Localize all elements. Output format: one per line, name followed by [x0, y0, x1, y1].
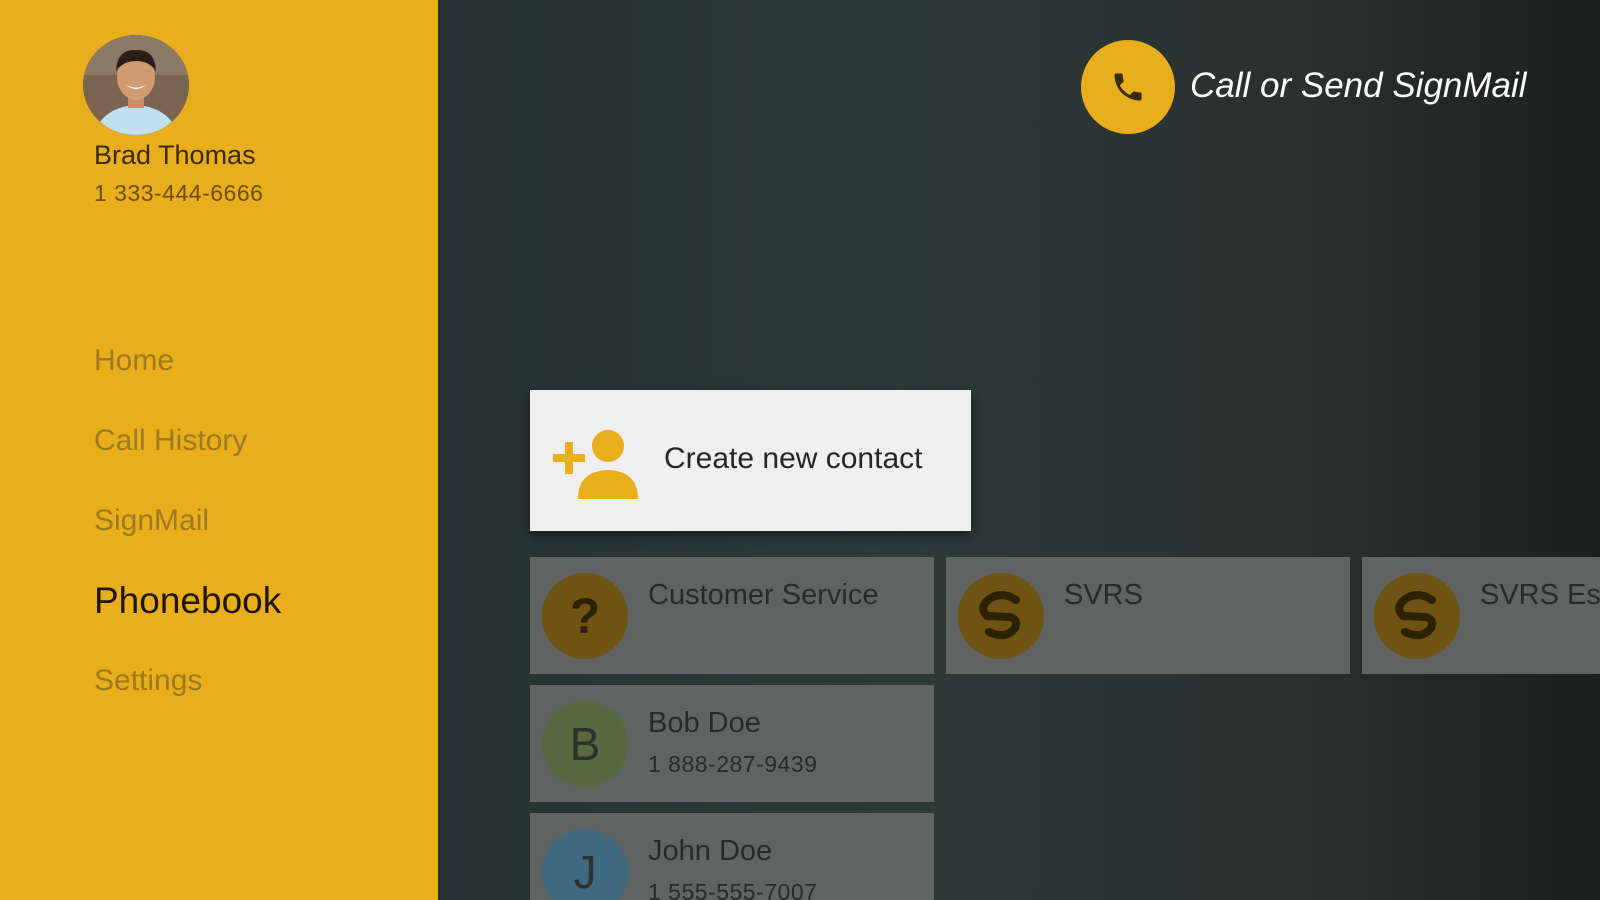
contact-name: SVRS Es — [1480, 579, 1600, 611]
contact-phone: 1 555-555-7007 — [648, 879, 818, 900]
add-person-icon — [553, 430, 638, 499]
contact-initial: B — [569, 718, 601, 770]
contact-avatar: B — [542, 701, 628, 787]
profile-name: Brad Thomas — [94, 140, 256, 170]
svrs-logo-icon — [1374, 573, 1460, 659]
contact-card-svrs[interactable]: SVRS — [946, 557, 1350, 674]
nav-item-call-history[interactable]: Call History — [94, 424, 247, 458]
nav-item-settings[interactable]: Settings — [94, 664, 202, 698]
contact-card-bob-doe[interactable]: B Bob Doe 1 888-287-9439 — [530, 685, 934, 802]
phone-icon — [1114, 73, 1142, 101]
contact-name: John Doe — [648, 835, 773, 867]
profile-phone: 1 333-444-6666 — [94, 180, 264, 206]
contact-card-john-doe[interactable]: J John Doe 1 555-555-7007 — [530, 813, 934, 900]
contact-initial: J — [573, 846, 597, 898]
call-or-send-signmail-label[interactable]: Call or Send SignMail — [1190, 66, 1527, 106]
nav-item-home[interactable]: Home — [94, 344, 174, 378]
question-icon: ? — [542, 573, 628, 659]
contact-name: Customer Service — [648, 579, 879, 611]
svrs-logo-icon — [958, 573, 1044, 659]
sidebar: Brad Thomas 1 333-444-6666 Home Call His… — [0, 0, 438, 900]
contact-name: Bob Doe — [648, 707, 761, 739]
contact-card-customer-service[interactable]: ? Customer Service — [530, 557, 934, 674]
profile-avatar[interactable] — [83, 35, 189, 135]
create-new-contact-label: Create new contact — [664, 442, 923, 475]
contact-avatar: J — [542, 829, 628, 900]
contact-name: SVRS — [1064, 579, 1143, 611]
call-button[interactable] — [1081, 40, 1175, 134]
contact-phone: 1 888-287-9439 — [648, 751, 818, 777]
contact-card-svrs-es[interactable]: SVRS Es — [1362, 557, 1600, 674]
nav-item-phonebook[interactable]: Phonebook — [94, 580, 281, 622]
nav-item-signmail[interactable]: SignMail — [94, 504, 209, 538]
create-new-contact-button[interactable]: Create new contact — [530, 390, 971, 531]
